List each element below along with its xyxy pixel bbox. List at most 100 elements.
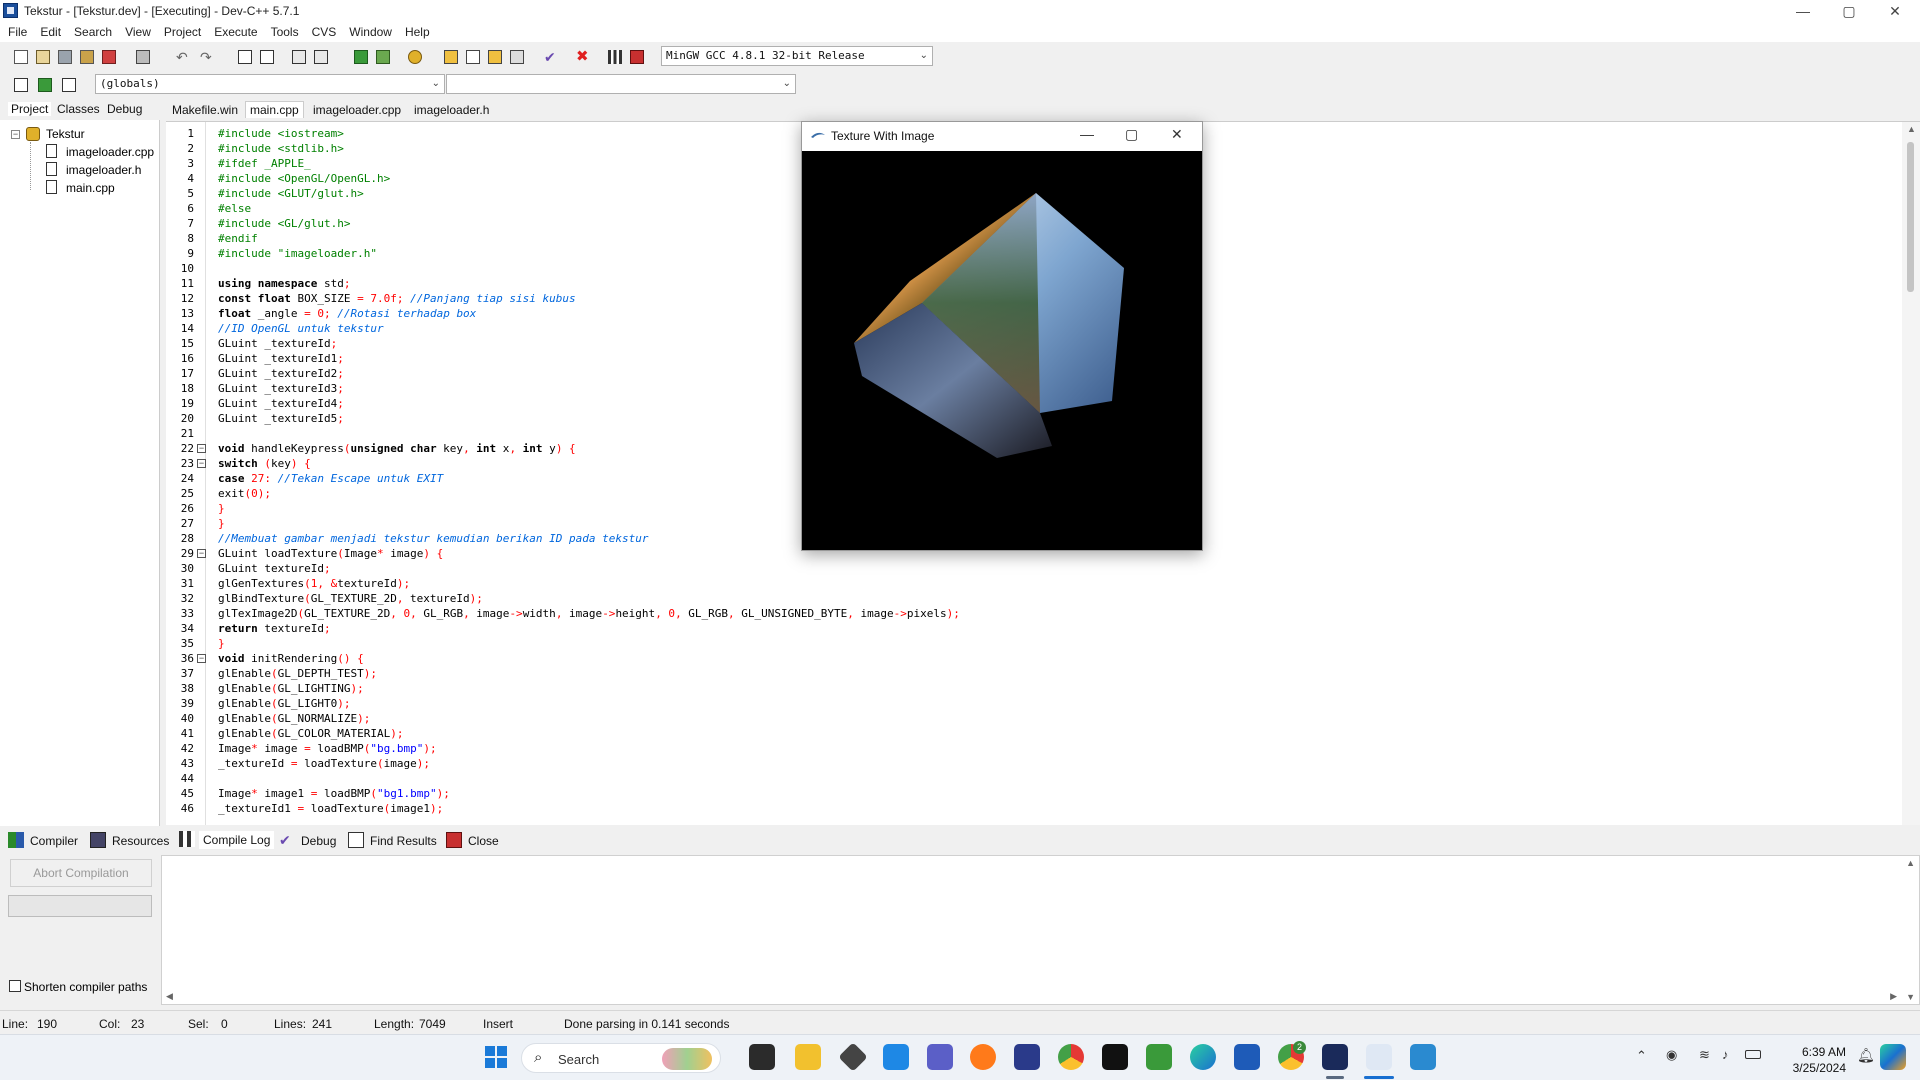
scroll-right-icon[interactable]: ▶ [1890,991,1897,1002]
add-to-project-button[interactable] [350,46,370,66]
tab-compiler[interactable]: Compiler [8,832,78,848]
menu-window[interactable]: Window [341,22,397,39]
start-icon[interactable] [483,1044,509,1070]
redo-button[interactable]: ↷ [196,46,216,66]
tab-resources[interactable]: Resources [90,832,169,848]
indent-button[interactable] [288,46,308,66]
editor-vertical-scrollbar[interactable]: ▲ [1902,122,1920,825]
photoshop-icon[interactable] [1014,1044,1040,1070]
copilot-icon[interactable] [1880,1044,1906,1070]
abort-compilation-button[interactable]: Abort Compilation [10,859,152,887]
file-explorer-icon[interactable] [749,1044,775,1070]
fold-toggle-icon[interactable]: − [197,654,206,663]
fold-toggle-icon[interactable]: − [197,459,206,468]
mwz-icon[interactable] [1102,1044,1128,1070]
tab-close[interactable]: Close [446,832,499,848]
unindent-button[interactable] [310,46,330,66]
undo-button[interactable]: ↶ [172,46,192,66]
close-button[interactable]: ✕ [1872,0,1918,22]
tray-app-icon[interactable]: ◉ [1666,1047,1677,1063]
teams-icon[interactable] [927,1044,953,1070]
folder-icon[interactable] [795,1044,821,1070]
gl-minimize-button[interactable]: — [1080,126,1094,142]
scroll-thumb[interactable] [1907,142,1914,292]
menu-cvs[interactable]: CVS [304,22,342,39]
edge-icon[interactable] [1190,1044,1216,1070]
glut-window-icon[interactable] [1366,1044,1392,1070]
tab-imageloader-h[interactable]: imageloader.h [414,103,489,117]
find-button[interactable] [234,46,254,66]
new-file-button[interactable] [10,46,30,66]
stop-execution-button[interactable]: ✖ [572,46,592,66]
menu-file[interactable]: File [0,22,32,39]
taskbar-date[interactable]: 3/25/2024 [1768,1061,1846,1075]
scroll-up-icon[interactable]: ▲ [1906,858,1915,868]
snip-icon[interactable] [1410,1044,1436,1070]
collapse-toggle[interactable]: − [11,130,20,139]
compile-button[interactable] [440,46,460,66]
insert-button[interactable] [10,74,30,94]
tree-file-main-cpp[interactable]: main.cpp [66,181,115,195]
delete-profile-button[interactable] [626,46,646,66]
gl-canvas[interactable] [802,151,1202,550]
run-button[interactable] [462,46,482,66]
tree-file-imageloader-cpp[interactable]: imageloader.cpp [66,145,154,159]
save-all-button[interactable] [76,46,96,66]
close-file-button[interactable] [98,46,118,66]
fold-toggle-icon[interactable]: − [197,444,206,453]
menu-edit[interactable]: Edit [32,22,66,39]
remove-from-project-button[interactable] [372,46,392,66]
replace-button[interactable] [256,46,276,66]
open-file-button[interactable] [32,46,52,66]
tab-compile-log[interactable]: Compile Log [179,831,275,849]
tab-debug-bottom[interactable]: ✔ Debug [279,832,336,848]
tab-imageloader-cpp[interactable]: imageloader.cpp [313,103,401,117]
gl-maximize-button[interactable]: ▢ [1125,126,1138,143]
wifi-icon[interactable]: ≋ [1699,1047,1710,1063]
battery-icon[interactable] [1745,1050,1761,1059]
toggle-bookmark-button[interactable] [58,74,78,94]
goto-bookmark-button[interactable] [34,74,54,94]
menu-view[interactable]: View [117,22,156,39]
symbol-select[interactable]: ⌄ [446,74,796,94]
profile-button[interactable] [604,46,624,66]
tray-chevron-up-icon[interactable]: ⌃ [1636,1048,1647,1064]
notification-bell-icon[interactable]: 🔔︎ [1857,1047,1875,1064]
scroll-left-icon[interactable]: ◀ [166,991,173,1002]
tab-project[interactable]: Project [8,102,52,116]
menu-help[interactable]: Help [397,22,435,39]
scroll-up-icon[interactable]: ▲ [1907,124,1916,134]
vscode-icon[interactable] [883,1044,909,1070]
menu-tools[interactable]: Tools [263,22,304,39]
menu-project[interactable]: Project [156,22,206,39]
volume-icon[interactable]: ♪ [1722,1047,1729,1062]
taskbar-search-box[interactable]: ⌕ Search [521,1043,721,1073]
fold-toggle-icon[interactable]: − [197,549,206,558]
calculator-icon[interactable] [1146,1044,1172,1070]
menu-execute[interactable]: Execute [206,22,262,39]
tab-makefile-win[interactable]: Makefile.win [172,103,238,117]
print-button[interactable] [132,46,152,66]
compile-run-button[interactable] [484,46,504,66]
scroll-down-icon[interactable]: ▼ [1906,992,1915,1002]
maximize-button[interactable]: ▢ [1826,0,1872,22]
gl-output-window[interactable]: Texture With Image — ▢ ✕ [801,121,1203,551]
rebuild-all-button[interactable] [506,46,526,66]
word-icon[interactable] [1234,1044,1260,1070]
minimize-button[interactable]: — [1780,0,1826,22]
unity-icon[interactable] [838,1042,868,1072]
compile-log-text[interactable]: ▲ ▼ ◀ ▶ [161,855,1920,1005]
syntax-check-button[interactable]: ✔ [540,46,560,66]
compiler-select[interactable]: MinGW GCC 4.8.1 32-bit Release ⌄ [661,46,933,66]
devcpp-icon[interactable] [1322,1044,1348,1070]
chrome-icon[interactable] [1058,1044,1084,1070]
tab-classes[interactable]: Classes [57,102,100,116]
tree-file-imageloader-h[interactable]: imageloader.h [66,163,141,177]
tab-find-results[interactable]: Find Results [348,832,437,848]
menu-search[interactable]: Search [66,22,117,39]
tab-main-cpp[interactable]: main.cpp [245,101,304,118]
tab-debug[interactable]: Debug [107,102,142,116]
firefox-icon[interactable] [970,1044,996,1070]
scope-select[interactable]: (globals) ⌄ [95,74,445,94]
save-button[interactable] [54,46,74,66]
